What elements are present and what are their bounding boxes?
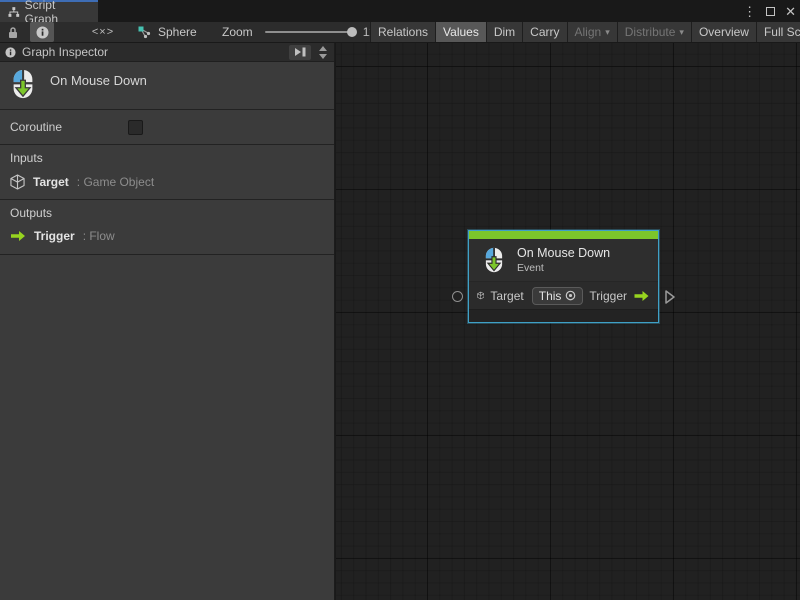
- output-type: : Flow: [83, 229, 115, 243]
- relations-button[interactable]: Relations: [370, 22, 436, 42]
- zoom-label: Zoom: [222, 25, 253, 39]
- flow-arrow-icon: [10, 230, 26, 242]
- tab-script-graph[interactable]: Script Graph: [0, 0, 98, 22]
- info-icon: [5, 47, 16, 58]
- mouse-down-icon: [481, 246, 507, 274]
- cube-icon: [477, 288, 484, 303]
- overview-button[interactable]: Overview: [692, 22, 757, 42]
- node-trigger-label: Trigger: [589, 289, 627, 303]
- cube-icon: [10, 174, 25, 190]
- node-subtitle: Event: [517, 262, 610, 274]
- panel-spinner[interactable]: [317, 46, 329, 59]
- node-color-bar: [469, 231, 658, 239]
- node-ports-row: Target This Trigger: [469, 281, 658, 309]
- chevron-down-icon: ▾: [605, 27, 610, 38]
- arrow-up-icon: [319, 46, 327, 51]
- inputs-section: Inputs Target : Game Object: [0, 145, 334, 200]
- graph-reference-label: Sphere: [158, 25, 197, 39]
- node-target-label: Target: [490, 289, 523, 303]
- input-row-target: Target : Game Object: [10, 174, 324, 190]
- inspector-title: Graph Inspector: [22, 45, 283, 59]
- distribute-button[interactable]: Distribute ▾: [618, 22, 692, 42]
- edit-source-icon[interactable]: <×>: [80, 26, 126, 38]
- coroutine-checkbox[interactable]: [128, 120, 143, 135]
- flow-arrow-icon: [633, 290, 650, 302]
- graph-tab-icon: [8, 6, 20, 18]
- unity-script-graph-window: Script Graph ⋮ ✕ <×>: [0, 0, 800, 600]
- node-title: On Mouse Down: [517, 246, 610, 260]
- window-menu-icon[interactable]: ⋮: [743, 5, 756, 18]
- target-value: This: [539, 289, 562, 303]
- chevron-down-icon: ▾: [679, 27, 684, 38]
- node-header[interactable]: On Mouse Down Event: [469, 239, 658, 281]
- node-trigger-port[interactable]: [664, 289, 676, 305]
- on-mouse-down-node[interactable]: On Mouse Down Event Target This Tri: [468, 230, 659, 323]
- zoom-slider-handle[interactable]: [347, 27, 357, 37]
- info-icon: [36, 26, 49, 39]
- graph-canvas[interactable]: On Mouse Down Event Target This Tri: [336, 43, 800, 600]
- zoom-slider[interactable]: [265, 31, 355, 33]
- graph-reference[interactable]: Sphere: [138, 22, 197, 42]
- info-toggle-button[interactable]: [30, 22, 54, 42]
- input-name: Target: [33, 175, 69, 189]
- input-type: : Game Object: [77, 175, 154, 189]
- coroutine-row: Coroutine: [0, 110, 334, 145]
- carry-button[interactable]: Carry: [523, 22, 567, 42]
- unit-summary: On Mouse Down: [0, 62, 334, 110]
- arrow-down-icon: [319, 54, 327, 59]
- window-maximize-icon[interactable]: [766, 5, 775, 18]
- dim-button[interactable]: Dim: [487, 22, 523, 42]
- output-row-trigger: Trigger : Flow: [10, 229, 324, 243]
- window-close-icon[interactable]: ✕: [785, 5, 796, 18]
- inputs-title: Inputs: [10, 151, 324, 165]
- lock-icon[interactable]: [0, 22, 26, 42]
- mouse-down-icon: [8, 68, 38, 100]
- graph-inspector-panel: Graph Inspector On Mouse Down: [0, 43, 335, 600]
- outputs-title: Outputs: [10, 206, 324, 220]
- node-target-port[interactable]: [452, 291, 463, 302]
- fullscreen-button[interactable]: Full Screen: [757, 22, 800, 42]
- values-button[interactable]: Values: [436, 22, 487, 42]
- toolbar-buttons: Relations Values Dim Carry Align ▾ Distr…: [370, 22, 800, 42]
- window-controls: ⋮ ✕: [743, 0, 796, 22]
- title-bar: Script Graph ⋮ ✕: [0, 0, 800, 22]
- graph-toolbar: <×> Sphere Zoom 1x Relations Values Dim …: [0, 22, 800, 43]
- unit-title: On Mouse Down: [50, 73, 147, 88]
- outputs-section: Outputs Trigger : Flow: [0, 200, 334, 255]
- align-button[interactable]: Align ▾: [568, 22, 618, 42]
- graph-pointer-icon: [138, 26, 152, 39]
- output-name: Trigger: [34, 229, 75, 243]
- dock-panel-icon[interactable]: [289, 45, 311, 60]
- zoom-control: Zoom 1x: [222, 22, 375, 42]
- object-picker-icon[interactable]: [565, 290, 576, 301]
- coroutine-label: Coroutine: [10, 120, 128, 134]
- target-value-chip[interactable]: This: [532, 287, 584, 305]
- inspector-header: Graph Inspector: [0, 43, 334, 62]
- node-footer: [469, 309, 658, 322]
